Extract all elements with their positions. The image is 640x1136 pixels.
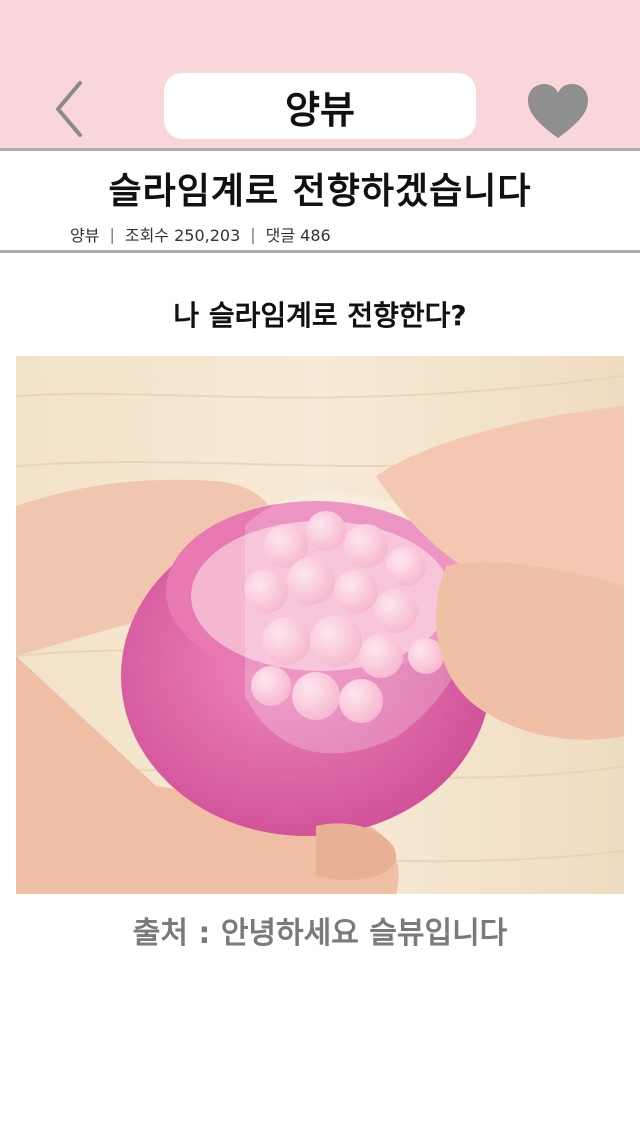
heart-icon	[528, 84, 588, 138]
meta-separator: |	[109, 224, 115, 244]
slime-photo	[16, 356, 624, 894]
header-title: 양뷰	[164, 73, 476, 139]
image-caption: 나 슬라임계로 전향한다?	[173, 299, 467, 332]
header-divider	[0, 148, 640, 151]
article-meta: 양뷰 | 조회수 250,203 | 댓글 486	[70, 222, 331, 246]
article-title: 슬라임계로 전향하겠습니다	[108, 171, 532, 212]
favorite-button[interactable]	[524, 80, 592, 142]
comment-count[interactable]: 댓글 486	[266, 222, 331, 246]
image-source: 출처 : 안녕하세요 슬뷰입니다	[132, 916, 508, 951]
chevron-left-icon	[56, 81, 82, 137]
back-button[interactable]	[40, 76, 100, 142]
author-link[interactable]: 양뷰	[70, 222, 99, 246]
meta-divider	[0, 250, 640, 253]
meta-separator: |	[250, 224, 256, 244]
view-count: 조회수 250,203	[124, 226, 241, 245]
top-bar: 양뷰	[0, 0, 640, 148]
